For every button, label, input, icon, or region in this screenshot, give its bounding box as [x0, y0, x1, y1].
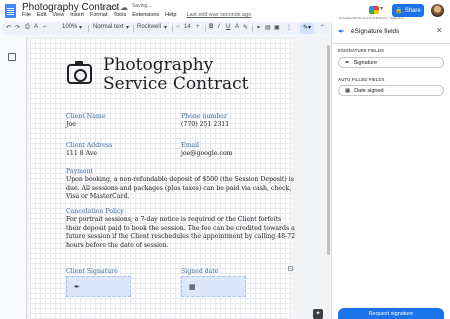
esignature-panel: ✒ eSignature fields ✕ ESIGNATURE FIELDS … [331, 22, 450, 319]
toolbar: ↶ ↷ ⎙ A ⌐ 100% ▾ Normal text ▾ Rockwell … [2, 22, 332, 35]
pen-icon: ✒ [338, 27, 345, 36]
menu-extensions[interactable]: Extensions [132, 12, 159, 20]
divider [252, 25, 253, 32]
italic-icon[interactable]: I [218, 24, 220, 30]
chevron-down-icon[interactable]: ▾ [380, 5, 383, 12]
menu-tools[interactable]: Tools [113, 12, 126, 20]
divider [133, 25, 134, 32]
avatar[interactable] [431, 4, 444, 17]
request-signature-button[interactable]: Request signature [338, 308, 444, 319]
add-field-icon[interactable]: + [288, 266, 293, 271]
image-icon[interactable]: ▣ [274, 24, 280, 31]
email-label: Email [181, 142, 200, 149]
phone-value[interactable]: (770) 251 2311 [181, 121, 229, 128]
signature-field[interactable]: ✒ [66, 276, 131, 297]
menu-view[interactable]: View [52, 12, 64, 20]
font-size-increase-icon[interactable]: + [196, 24, 200, 30]
vertical-ruler [21, 38, 27, 319]
date-signed-label: Date signed [354, 87, 384, 94]
signature-field-label: Signature [353, 59, 378, 66]
pen-icon[interactable]: ✎▾ [300, 23, 314, 34]
client-name-label: Client Name [66, 113, 106, 120]
payment-label: Payment [66, 168, 94, 175]
menu-format[interactable]: Format [90, 12, 107, 20]
divider [205, 25, 206, 32]
lock-icon: 🔒 [395, 8, 403, 14]
camera-icon [67, 61, 92, 84]
undo-icon[interactable]: ↶ [6, 24, 11, 31]
pen-icon: ✒ [345, 59, 350, 66]
highlight-icon[interactable]: ✎ [243, 24, 248, 31]
email-value[interactable]: joe@google.com [181, 150, 233, 157]
explore-button[interactable]: ✦ [313, 309, 323, 319]
divider [172, 25, 173, 32]
app-window: Photography Contract ☆ ▭ ☁ Saving... Scr… [0, 0, 450, 319]
panel-header: ✒ eSignature fields ✕ [332, 22, 450, 44]
chevron-down-icon[interactable]: ▾ [126, 24, 129, 31]
left-rail [0, 36, 21, 319]
style-select[interactable]: Normal text [93, 24, 124, 30]
cancel-label: Cancelation Policy [66, 208, 124, 215]
share-label: Share [404, 7, 421, 14]
saving-status: Saving... [132, 3, 152, 9]
tiny-caption: Screenshot 2023-02-14 at 11.13.38 AM.png… [339, 17, 404, 20]
doc-heading[interactable]: Photography Service Contract [103, 56, 283, 94]
meet-icon[interactable] [369, 6, 379, 14]
paint-format-icon[interactable]: ⌐ [43, 24, 47, 30]
more-icon[interactable]: ⋮ [286, 24, 292, 31]
address-value[interactable]: 111 8 Ave [66, 150, 97, 157]
last-edit-link[interactable]: Last edit was seconds ago [186, 12, 251, 20]
font-select[interactable]: Rockwell [137, 24, 161, 30]
client-signature-label: Client Signature [66, 268, 118, 275]
menu-bar: File Edit View Insert Format Tools Exten… [22, 12, 251, 20]
share-button[interactable]: 🔒 Share [392, 4, 424, 17]
menu-insert[interactable]: Insert [70, 12, 84, 20]
text-color-icon[interactable]: A [235, 24, 239, 30]
link-icon[interactable]: ⚭ [256, 24, 261, 31]
menu-help[interactable]: Help [165, 12, 176, 20]
payment-text[interactable]: Upon booking, a non-refundable deposit o… [66, 176, 296, 202]
redo-icon[interactable]: ↷ [15, 24, 20, 31]
chevron-down-icon[interactable]: ▾ [79, 24, 82, 31]
underline-icon[interactable]: U [226, 24, 230, 30]
panel-title: eSignature fields [351, 28, 400, 35]
date-signed-field[interactable]: ▦ [181, 276, 246, 297]
menu-edit[interactable]: Edit [37, 12, 46, 20]
scroll-thumb[interactable] [327, 45, 330, 255]
cancel-text[interactable]: For portrait sessions, a 7-day notice is… [66, 216, 296, 250]
signature-field-chip[interactable]: ✒ Signature [338, 57, 444, 68]
auto-section-label: AUTO FILLED FIELDS [338, 77, 385, 82]
chevron-up-icon[interactable]: ⌃ [320, 24, 325, 31]
font-size-decrease-icon[interactable]: − [176, 24, 180, 30]
zoom-select[interactable]: 100% [62, 24, 77, 30]
move-icon[interactable]: ▭ [110, 3, 118, 12]
comment-icon[interactable]: ▤ [265, 24, 271, 31]
print-icon[interactable]: ⎙ [25, 24, 30, 31]
esig-section-label: ESIGNATURE FIELDS [338, 48, 385, 53]
signed-date-label: Signed date [181, 268, 219, 275]
close-icon[interactable]: ✕ [436, 26, 443, 35]
outline-icon[interactable] [8, 53, 16, 61]
menu-file[interactable]: File [22, 12, 31, 20]
chevron-down-icon[interactable]: ▾ [164, 24, 167, 31]
date-signed-chip[interactable]: ▦ Date signed [338, 85, 444, 96]
star-icon[interactable]: ☆ [100, 3, 107, 12]
address-label: Client Address [66, 142, 113, 149]
divider [332, 43, 450, 44]
cloud-icon[interactable]: ☁ [120, 3, 128, 12]
calendar-icon: ▦ [189, 283, 196, 291]
bold-icon[interactable]: B [209, 24, 213, 30]
font-size-input[interactable]: 14 [184, 24, 191, 30]
docs-icon[interactable] [5, 4, 16, 18]
title-bar: Photography Contract ☆ ▭ ☁ Saving... Scr… [0, 0, 450, 22]
divider [88, 25, 89, 32]
calendar-icon: ▦ [345, 87, 351, 94]
phone-label: Phone number [181, 113, 227, 120]
spellcheck-icon[interactable]: A [34, 24, 38, 30]
client-name-value[interactable]: Joe [66, 121, 76, 128]
pen-icon: ✒ [74, 283, 80, 291]
